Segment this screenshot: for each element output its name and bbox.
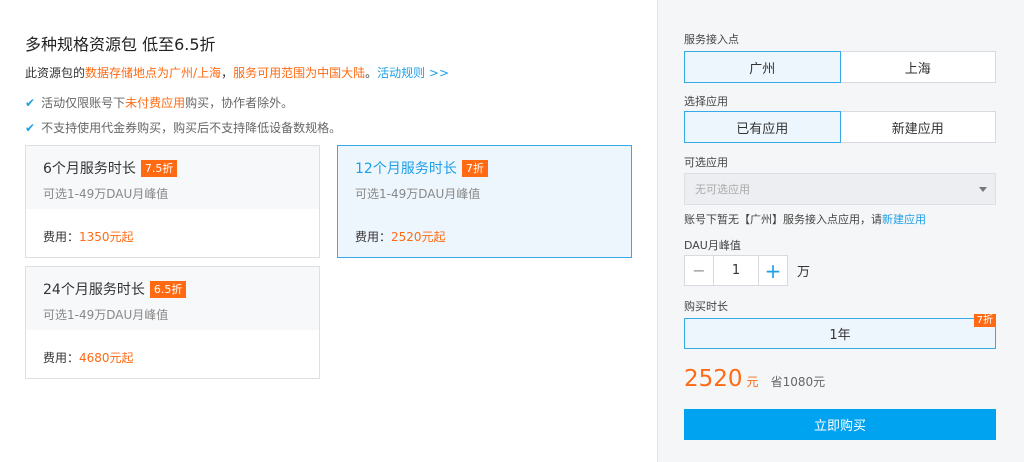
buy-now-button[interactable]: 立即购买 bbox=[684, 409, 996, 440]
desc-separator: ， bbox=[221, 66, 234, 80]
note-text: 不支持使用代金券购买，购买后不支持降低设备数规格。 bbox=[41, 121, 342, 135]
discount-badge: 6.5折 bbox=[149, 280, 187, 298]
dau-stepper: − 1 + 万 bbox=[684, 255, 810, 286]
package-range: 可选1-49万DAU月峰值 bbox=[43, 308, 169, 322]
duration-value: 1年 bbox=[829, 328, 851, 343]
duration-discount-badge: 7折 bbox=[973, 314, 996, 327]
desc-storage-location: 数据存储地点为广州/上海 bbox=[85, 66, 222, 80]
promo-title: 多种规格资源包 低至6.5折 bbox=[25, 35, 216, 54]
package-name: 6个月服务时长 bbox=[43, 161, 136, 177]
promo-description: 此资源包的数据存储地点为广州/上海，服务可用范围为中国大陆。活动规则 >> bbox=[25, 64, 449, 81]
package-name: 12个月服务时长 bbox=[355, 161, 457, 177]
optional-app-label: 可选应用 bbox=[684, 156, 728, 169]
app-select-label: 选择应用 bbox=[684, 95, 728, 108]
access-point-label: 服务接入点 bbox=[684, 33, 739, 46]
dau-unit: 万 bbox=[797, 265, 811, 280]
package-fee: 费用：4680元起 bbox=[26, 330, 319, 366]
dropdown-placeholder: 无可选应用 bbox=[695, 183, 750, 196]
duration-option-1-year[interactable]: 1年 7折 bbox=[684, 314, 996, 349]
package-fee: 费用：1350元起 bbox=[26, 209, 319, 245]
desc-period: 。 bbox=[365, 66, 378, 80]
fee-label: 费用： bbox=[355, 230, 392, 244]
access-point-selector: 广州 上海 bbox=[684, 51, 996, 83]
check-icon: ✔ bbox=[25, 96, 36, 110]
app-option-new[interactable]: 新建应用 bbox=[840, 111, 996, 143]
app-option-existing[interactable]: 已有应用 bbox=[684, 111, 841, 143]
package-card-header: 24个月服务时长 6.5折 可选1-49万DAU月峰值 bbox=[26, 267, 319, 330]
package-range: 可选1-49万DAU月峰值 bbox=[355, 187, 481, 201]
hint-text: 账号下暂无【广州】服务接入点应用，请 bbox=[684, 213, 882, 226]
fee-label: 费用： bbox=[43, 351, 80, 365]
note-text: 购买，协作者除外。 bbox=[185, 96, 294, 110]
savings-text: 省1080元 bbox=[770, 375, 826, 389]
package-card-header: 6个月服务时长 7.5折 可选1-49万DAU月峰值 bbox=[26, 146, 319, 209]
package-card-24-months[interactable]: 24个月服务时长 6.5折 可选1-49万DAU月峰值 费用：4680元起 bbox=[25, 266, 320, 379]
package-fee: 费用：2520元起 bbox=[338, 209, 631, 245]
increment-button[interactable]: + bbox=[758, 255, 788, 286]
note-no-voucher: ✔ 不支持使用代金券购买，购买后不支持降低设备数规格。 bbox=[25, 119, 341, 136]
fee-price: 1350元起 bbox=[79, 230, 134, 244]
dau-label: DAU月峰值 bbox=[684, 239, 741, 252]
discount-badge: 7.5折 bbox=[140, 159, 178, 177]
total-price: 2520 元 省1080元 bbox=[684, 366, 825, 392]
package-range: 可选1-49万DAU月峰值 bbox=[43, 187, 169, 201]
optional-app-dropdown[interactable]: 无可选应用 bbox=[684, 173, 996, 205]
promo-panel: 多种规格资源包 低至6.5折 此资源包的数据存储地点为广州/上海，服务可用范围为… bbox=[0, 0, 657, 462]
fee-price: 2520元起 bbox=[391, 230, 446, 244]
package-card-header: 12个月服务时长 7折 可选1-49万DAU月峰值 bbox=[338, 146, 631, 209]
create-app-link[interactable]: 新建应用 bbox=[882, 213, 926, 226]
rules-link[interactable]: 活动规则 >> bbox=[377, 66, 449, 80]
fee-price: 4680元起 bbox=[79, 351, 134, 365]
duration-label: 购买时长 bbox=[684, 300, 728, 313]
access-option-shanghai[interactable]: 上海 bbox=[840, 51, 996, 83]
total-amount: 2520 bbox=[684, 366, 743, 392]
access-option-guangzhou[interactable]: 广州 bbox=[684, 51, 841, 83]
package-card-6-months[interactable]: 6个月服务时长 7.5折 可选1-49万DAU月峰值 费用：1350元起 bbox=[25, 145, 320, 258]
package-card-12-months[interactable]: 12个月服务时长 7折 可选1-49万DAU月峰值 费用：2520元起 bbox=[337, 145, 632, 258]
fee-label: 费用： bbox=[43, 230, 80, 244]
chevron-down-icon bbox=[979, 187, 987, 192]
note-highlight: 未付费应用 bbox=[125, 96, 186, 110]
decrement-button[interactable]: − bbox=[684, 255, 714, 286]
discount-badge: 7折 bbox=[461, 159, 488, 177]
note-unpaid-apps: ✔ 活动仅限账号下未付费应用购买，协作者除外。 bbox=[25, 94, 293, 111]
no-app-hint: 账号下暂无【广州】服务接入点应用，请新建应用 bbox=[684, 211, 926, 227]
desc-text: 此资源包的 bbox=[25, 66, 86, 80]
package-name: 24个月服务时长 bbox=[43, 282, 145, 298]
check-icon: ✔ bbox=[25, 121, 36, 135]
app-type-selector: 已有应用 新建应用 bbox=[684, 111, 996, 143]
dau-value[interactable]: 1 bbox=[714, 255, 758, 286]
desc-service-scope: 服务可用范围为中国大陆 bbox=[233, 66, 366, 80]
note-text: 活动仅限账号下 bbox=[41, 96, 126, 110]
total-unit: 元 bbox=[746, 375, 759, 389]
